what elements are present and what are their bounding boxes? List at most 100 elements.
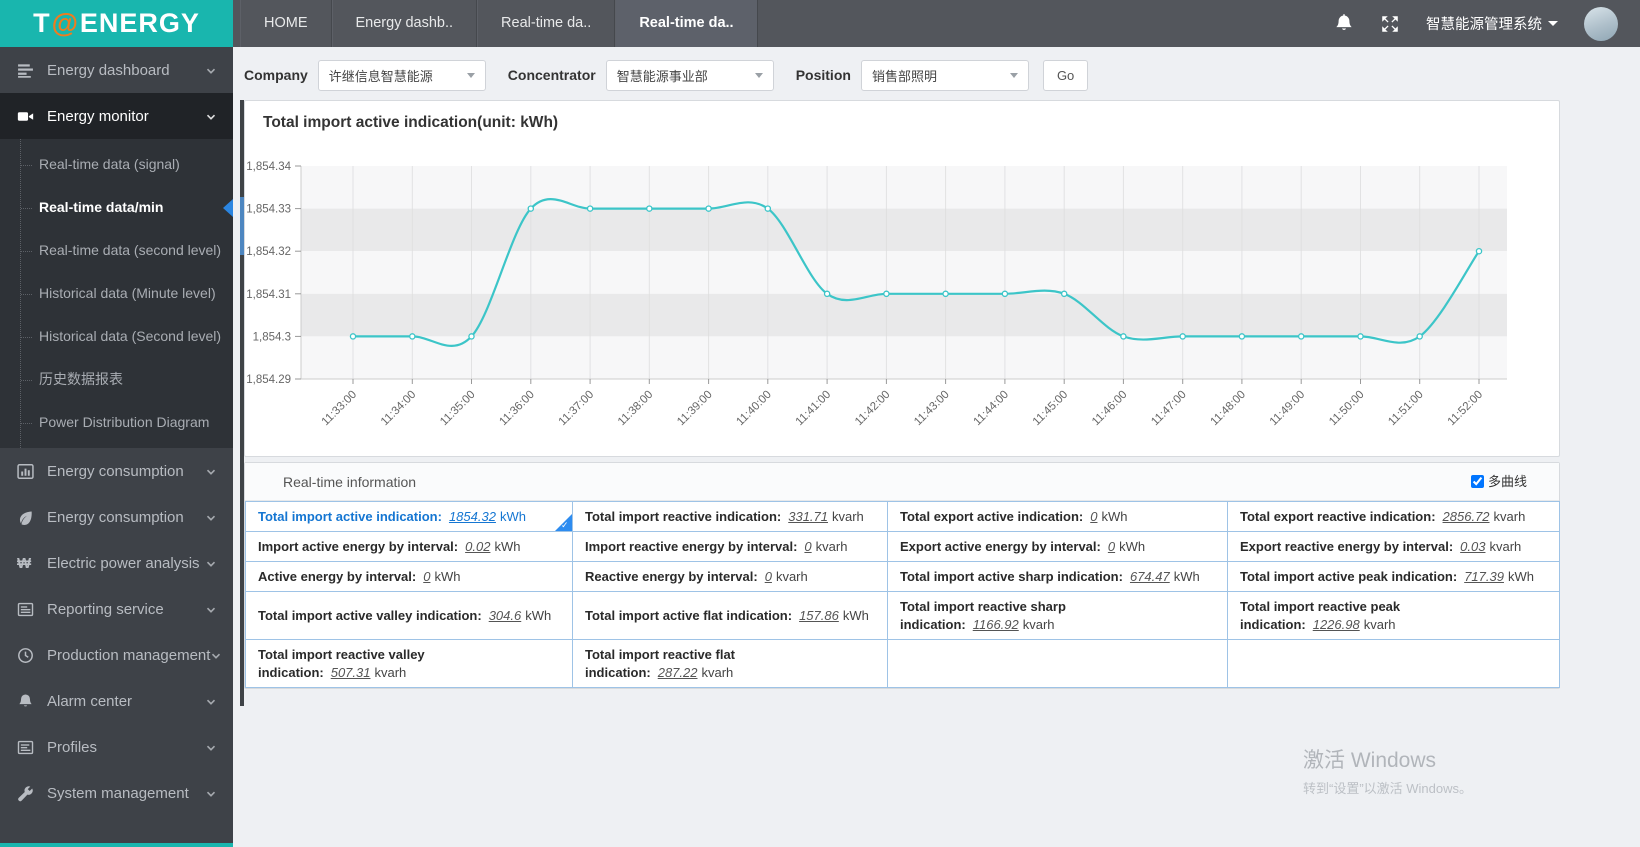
metric-cell-total-import-reactive-indication[interactable]: Total import reactive indication: 331.71 k… — [572, 501, 888, 532]
realtime-data-table: Total import active indication: 1854.32 kW… — [245, 501, 1560, 688]
sidebar-item-reporting-service[interactable]: Reporting service — [0, 586, 233, 632]
position-label: Position — [795, 67, 851, 83]
fullscreen-icon[interactable] — [1380, 14, 1400, 34]
metric-cell-total-import-reactive-peak-indication[interactable]: Total import reactive peak indication: 12… — [1227, 591, 1560, 640]
metric-label: Reactive energy by interval: — [585, 569, 758, 584]
metric-cell-reactive-energy-by-interval[interactable]: Reactive energy by interval: 0 kvarh — [572, 561, 888, 592]
multi-curve-toggle[interactable]: 多曲线 — [1470, 463, 1527, 500]
camera-icon — [17, 108, 34, 125]
sidebar-item-production-management[interactable]: Production management — [0, 632, 233, 678]
metric-value: 674.47 — [1129, 569, 1170, 584]
table-cell-empty — [887, 639, 1228, 688]
metric-label: Total import active flat indication: — [585, 608, 793, 623]
multi-curve-checkbox[interactable] — [1470, 475, 1484, 488]
company-select-value: 许继信息智慧能源 — [328, 68, 433, 84]
chevron-down-icon — [205, 465, 217, 477]
sidebar-item-label: Energy consumption — [47, 462, 184, 480]
sidebar-subitem-5[interactable]: 历史数据报表 — [0, 358, 233, 401]
top-tabs: HOME Energy dashb.. Real-time da.. Real-tim… — [240, 0, 758, 47]
table-cell-empty — [1227, 639, 1560, 688]
sidebar-subitem-label: Real-time data (second level) — [39, 242, 222, 258]
sidebar-item-energy-monitor[interactable]: Energy monitor — [0, 93, 233, 139]
svg-text:11:44:00: 11:44:00 — [971, 389, 1011, 429]
caret-down-icon — [1548, 21, 1558, 26]
metric-unit: kvarh — [775, 569, 808, 584]
concentrator-select[interactable]: 智慧能源事业部 — [605, 59, 774, 91]
tab-home[interactable]: HOME — [240, 0, 332, 47]
go-button[interactable]: Go — [1042, 59, 1089, 91]
metric-value: 331.71 — [788, 509, 828, 524]
svg-text:11:36:00: 11:36:00 — [497, 389, 537, 429]
tab-real-time-da[interactable]: Real-time da.. — [477, 0, 616, 47]
selected-corner-check-icon: ✓ — [555, 514, 572, 531]
svg-text:1,854.32: 1,854.32 — [246, 246, 291, 258]
sidebar-subitem-real-time-data-signal[interactable]: Real-time data (signal) — [0, 143, 233, 186]
sidebar-subitem-real-time-data-min[interactable]: Real-time data/min — [0, 186, 233, 229]
metric-value: 0.02 — [465, 539, 491, 554]
metric-cell-export-active-energy-by-interval[interactable]: Export active energy by interval: 0 kWh — [887, 531, 1228, 562]
sidebar-item-energy-consumption[interactable]: Energy consumption — [0, 448, 233, 494]
sidebar-subitem-power-distribution-diagram[interactable]: Power Distribution Diagram — [0, 401, 233, 444]
metric-label: Export reactive energy by interval: — [1240, 539, 1454, 554]
metric-cell-total-import-active-flat-indication[interactable]: Total import active flat indication: 157.… — [572, 591, 888, 640]
app-logo[interactable]: T @ ENERGY — [0, 0, 233, 47]
sidebar-item-label: Energy monitor — [47, 107, 149, 125]
sidebar-item-label: Production management — [47, 646, 211, 664]
metric-cell-total-export-reactive-indication[interactable]: Total export reactive indication: 2856.72… — [1227, 501, 1560, 532]
metric-cell-total-export-active-indication[interactable]: Total export active indication: 0 kWh — [887, 501, 1228, 532]
sidebar-item-energy-consumption[interactable]: Energy consumption — [0, 494, 233, 540]
metric-cell-active-energy-by-interval[interactable]: Active energy by interval: 0 kWh — [245, 561, 573, 592]
logo-text-rest: ENERGY — [79, 8, 200, 38]
sidebar-item-electric-power-analysis[interactable]: ₩ Electric power analysis — [0, 540, 233, 586]
metric-cell-export-reactive-energy-by-interval[interactable]: Export reactive energy by interval: 0.03 k… — [1227, 531, 1560, 562]
metric-cell-import-active-energy-by-interval[interactable]: Import active energy by interval: 0.02 kWh — [245, 531, 573, 562]
system-name-label: 智慧能源管理系统 — [1426, 17, 1542, 33]
tab-energy-dashb[interactable]: Energy dashb.. — [331, 0, 478, 47]
sidebar-subitem-historical-data-second-level[interactable]: Historical data (Second level) — [0, 315, 233, 358]
chevron-down-icon — [210, 649, 222, 661]
sidebar-subitem-label: Power Distribution Diagram — [39, 414, 210, 430]
barchart-icon — [17, 463, 34, 480]
metric-cell-import-reactive-energy-by-interval[interactable]: Import reactive energy by interval: 0 kvar… — [572, 531, 888, 562]
sidebar-item-alarm-center[interactable]: Alarm center — [0, 678, 233, 724]
svg-text:11:42:00: 11:42:00 — [853, 389, 893, 429]
sidebar-item-profiles[interactable]: Profiles — [0, 724, 233, 770]
metric-cell-total-import-active-peak-indication[interactable]: Total import active peak indication: 717.… — [1227, 561, 1560, 592]
svg-text:1,854.33: 1,854.33 — [246, 204, 291, 216]
bell-icon — [17, 693, 34, 710]
metric-cell-total-import-reactive-valley-indication[interactable]: Total import reactive valley indication:… — [245, 639, 573, 688]
metric-cell-total-import-reactive-flat-indication[interactable]: Total import reactive flat indication: 28… — [572, 639, 888, 688]
metric-cell-total-import-reactive-sharp-indication[interactable]: Total import reactive sharp indication: 1… — [887, 591, 1228, 640]
notification-bell-icon[interactable] — [1334, 13, 1354, 34]
svg-text:1,854.3: 1,854.3 — [253, 331, 291, 343]
metric-cell-total-import-active-sharp-indication[interactable]: Total import active sharp indication: 674… — [887, 561, 1228, 592]
user-avatar[interactable] — [1584, 6, 1618, 41]
sidebar-item-energy-dashboard[interactable]: Energy dashboard — [0, 47, 233, 93]
multi-curve-label: 多曲线 — [1487, 473, 1527, 489]
sidebar-subitem-historical-data-minute-level[interactable]: Historical data (Minute level) — [0, 272, 233, 315]
filter-toolbar: Company 许继信息智慧能源 Concentrator 智慧能源事业部 Po… — [244, 55, 1089, 95]
metric-cell-total-import-active-indication[interactable]: Total import active indication: 1854.32 kW… — [245, 501, 573, 532]
windows-activation-watermark: 激活 Windows 转到“设置”以激活 Windows。 — [1303, 744, 1472, 797]
company-select[interactable]: 许继信息智慧能源 — [317, 59, 486, 91]
concentrator-select-value: 智慧能源事业部 — [616, 68, 708, 84]
sidebar-item-system-management[interactable]: System management — [0, 770, 233, 816]
sidebar-subitem-label: Real-time data/min — [39, 199, 164, 215]
metric-unit: kWh — [1507, 569, 1534, 584]
system-name-menu[interactable]: 智慧能源管理系统 — [1426, 13, 1558, 34]
chevron-down-icon — [205, 557, 217, 569]
sidebar-submenu: Real-time data (signal) Real-time data/mi… — [0, 139, 233, 448]
sidebar-nav: Energy dashboard Energy monitor Real-time … — [0, 47, 233, 847]
metric-unit: kWh — [434, 569, 461, 584]
metric-cell-total-import-active-valley-indication[interactable]: Total import active valley indication: 30… — [245, 591, 573, 640]
tab-real-time-da[interactable]: Real-time da.. — [615, 0, 758, 47]
logo-at-mark: @ — [51, 8, 79, 38]
sidebar-item-label: System management — [47, 784, 189, 802]
position-select[interactable]: 销售部照明 — [860, 59, 1029, 91]
metric-unit: kWh — [1101, 509, 1128, 524]
metric-unit: kvarh — [701, 665, 734, 680]
metric-label: Total import active sharp indication: — [900, 569, 1123, 584]
sidebar-subitem-real-time-data-second-level[interactable]: Real-time data (second level) — [0, 229, 233, 272]
sidebar-item-label: Reporting service — [47, 600, 164, 618]
metric-value: 0 — [1090, 509, 1098, 524]
